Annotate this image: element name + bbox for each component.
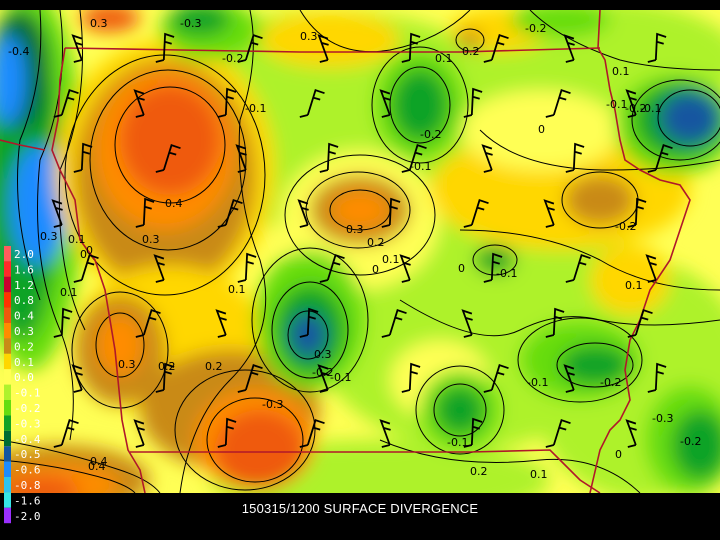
legend-swatch: [4, 307, 11, 323]
contour-label: -0.4: [8, 45, 29, 58]
contour-label: 0.3: [118, 358, 136, 371]
contour-label: 0.3: [90, 17, 108, 30]
contour-label: -0.2: [680, 435, 701, 448]
contour-label: 0.4: [165, 197, 183, 210]
legend-label: 0.1: [14, 356, 34, 369]
legend-swatch: [4, 369, 11, 385]
legend-label: 1.2: [14, 279, 34, 292]
legend-label: 0.0: [14, 371, 34, 384]
contour-label: 0.1: [228, 283, 246, 296]
legend-swatch: [4, 384, 11, 400]
legend-label: 1.6: [14, 263, 34, 276]
map-caption: 150315/1200 SURFACE DIVERGENCE: [241, 501, 479, 516]
contour-label: -0.1: [410, 160, 431, 173]
legend-swatch: [4, 400, 11, 416]
contour-label: -0.1: [496, 267, 517, 280]
legend-label: -0.1: [14, 387, 41, 400]
contour-label: -0.3: [180, 17, 201, 30]
legend-label: -0.3: [14, 417, 41, 430]
legend-swatch: [4, 292, 11, 308]
legend-swatch: [4, 338, 11, 354]
contour-label: 0.1: [612, 65, 630, 78]
contour-label: -0.1: [447, 436, 468, 449]
contour-label: 0: [372, 263, 379, 276]
legend-label: 0.2: [14, 340, 34, 353]
legend-label: 0.8: [14, 294, 34, 307]
contour-label: 0.3: [300, 30, 318, 43]
contour-label: 0.2: [462, 45, 480, 58]
contour-label: 0.2: [367, 236, 385, 249]
contour-label: 0.1: [68, 233, 86, 246]
contour-label: 0: [458, 262, 465, 275]
legend-swatch: [4, 446, 11, 462]
contour-label: 0: [538, 123, 545, 136]
contour-label: 0.3: [40, 230, 58, 243]
contour-label: 0: [86, 244, 93, 257]
contour-label: 0.1: [625, 279, 643, 292]
legend-label: 0.4: [14, 310, 34, 323]
legend-swatch: [4, 477, 11, 493]
legend-swatch: [4, 461, 11, 477]
legend-label: -0.5: [14, 448, 41, 461]
contour-label: -0.2: [222, 52, 243, 65]
contour-label: 0.3: [346, 223, 364, 236]
legend-label: -0.8: [14, 479, 41, 492]
contour-label: 0.2: [470, 465, 488, 478]
contour-label: -0.2: [600, 376, 621, 389]
contour-label: 0.1: [382, 253, 400, 266]
contour-label: 0: [80, 248, 87, 261]
contour-label: 0.3: [314, 348, 332, 361]
divergence-map: -0.4 0.3 -0.3 0.3 -0.2 0.2 -0.2 -0.1 0.1 0.1 -0.1 -…: [0, 10, 720, 524]
contour-label: -0.2: [420, 128, 441, 141]
legend-label: 0.3: [14, 325, 34, 338]
contour-label: -0.1: [245, 102, 266, 115]
contour-label: 0.2: [205, 360, 223, 373]
contour-label: 0.2: [158, 360, 176, 373]
legend-swatch: [4, 261, 11, 277]
contour-label: -0.3: [262, 398, 283, 411]
legend-swatch: [4, 353, 11, 370]
contour-label: 0: [615, 448, 622, 461]
legend-label: -0.2: [14, 402, 41, 415]
filled-contour-field: -0.4 0.3 -0.3 0.3 -0.2 0.2 -0.2 -0.1 0.1 0.1 -0.1 -…: [0, 10, 720, 493]
legend-swatch: [4, 246, 11, 262]
contour-label: 0.1: [435, 52, 453, 65]
legend-swatch: [4, 415, 11, 431]
legend-swatch: [4, 276, 11, 293]
contour-label: -0.1: [527, 376, 548, 389]
contour-label: -0.2: [615, 220, 636, 233]
contour-label: -0.2: [525, 22, 546, 35]
contour-label: 0.4: [90, 455, 108, 468]
legend-swatch: [4, 430, 11, 447]
contour-label: 0.3: [142, 233, 160, 246]
contour-label: -0.3: [652, 412, 673, 425]
legend-label: -0.6: [14, 464, 41, 477]
contour-label: 0.1: [60, 286, 78, 299]
contour-label: -0.1: [640, 102, 661, 115]
legend-swatch: [4, 323, 11, 339]
contour-label: 0.1: [530, 468, 548, 481]
legend-label: 2.0: [14, 248, 34, 261]
legend-label: -0.4: [14, 433, 41, 446]
contour-label: -0.1: [330, 371, 351, 384]
